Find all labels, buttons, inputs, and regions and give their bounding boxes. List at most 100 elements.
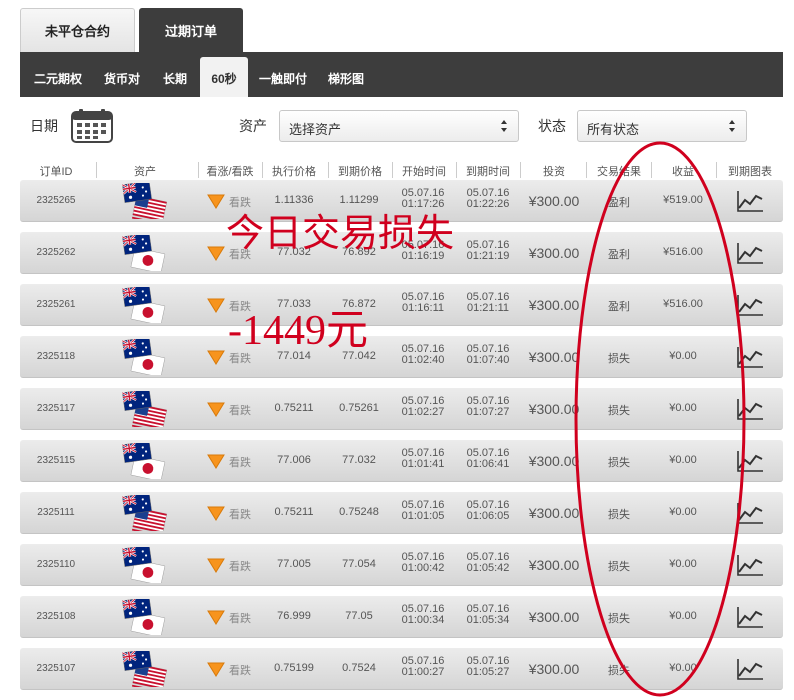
expiry-time: 05.07.16 01:05:34	[457, 604, 519, 626]
start-time-text: 01:00:27	[401, 666, 445, 678]
loss-annotation-title: 今日交易损失	[226, 213, 455, 255]
direction-text: 看跌	[229, 405, 251, 417]
direction-text: 看跌	[229, 457, 251, 469]
order-id: 2325262	[36, 247, 76, 258]
currency-pair-flags-icon	[121, 287, 166, 323]
expiry-time: 05.07.16 01:07:27	[457, 396, 519, 418]
direction-text: 看跌	[229, 561, 251, 573]
status-select-value: 所有状态	[587, 122, 640, 137]
exec-price: 0.75199	[274, 662, 314, 674]
exec-price: 77.005	[277, 558, 311, 570]
expiry-time: 05.07.16 01:07:40	[457, 344, 519, 366]
highlight-ellipse	[574, 141, 746, 697]
start-time-text: 01:02:27	[401, 406, 445, 418]
select-arrows-icon	[501, 120, 507, 132]
start-time-text: 01:01:41	[401, 458, 445, 470]
start-time-text: 01:01:05	[401, 510, 445, 522]
direction-text: 看跌	[229, 613, 251, 625]
asset-select[interactable]: 选择资产	[279, 110, 519, 142]
expiry-time: 05.07.16 01:21:11	[457, 292, 519, 314]
end-time-text: 01:07:40	[466, 354, 510, 366]
tab-ladder[interactable]: 梯形图	[320, 52, 372, 97]
put-down-arrow-icon	[207, 402, 225, 417]
end-time-text: 01:21:11	[466, 302, 509, 314]
start-time: 05.07.16 01:00:34	[392, 604, 454, 626]
start-time: 05.07.16 01:01:41	[392, 448, 454, 470]
put-down-arrow-icon	[207, 610, 225, 625]
expiry-time: 05.07.16 01:06:41	[457, 448, 519, 470]
start-time-text: 01:00:42	[401, 562, 445, 574]
end-time-text: 01:07:27	[466, 406, 510, 418]
col-direction[interactable]: 看涨/看跌	[200, 163, 260, 179]
start-time: 05.07.16 01:16:11	[392, 292, 454, 314]
col-expiry-price[interactable]: 到期价格	[329, 163, 391, 179]
end-time-text: 01:06:05	[466, 510, 510, 522]
start-time-text: 01:16:11	[401, 302, 444, 314]
end-time-text: 01:06:41	[466, 458, 510, 470]
expiry-price: 0.75261	[339, 402, 379, 414]
put-down-arrow-icon	[207, 558, 225, 573]
tab-one-touch[interactable]: 一触即付	[252, 52, 314, 97]
top-tabs: 未平仓合约 过期订单	[20, 8, 247, 52]
put-down-arrow-icon	[207, 194, 225, 209]
order-id: 2325261	[36, 299, 76, 310]
end-time-text: 01:21:19	[466, 250, 510, 262]
end-time-text: 01:22:26	[466, 198, 510, 210]
expiry-time: 05.07.16 01:05:42	[457, 552, 519, 574]
option-type-bar: 二元期权 货币对 长期 60秒 一触即付 梯形图	[20, 52, 783, 97]
order-id: 2325117	[36, 403, 76, 414]
calendar-icon[interactable]	[71, 109, 113, 143]
currency-pair-flags-icon	[121, 443, 166, 479]
exec-price: 76.999	[277, 610, 311, 622]
expiry-price: 0.75248	[339, 506, 379, 518]
currency-pair-flags-icon	[121, 391, 167, 427]
loss-annotation-amount: -1449元	[228, 308, 368, 354]
asset-select-value: 选择资产	[289, 122, 342, 137]
tab-60-seconds[interactable]: 60秒	[200, 57, 248, 97]
order-id: 2325108	[36, 611, 76, 622]
expiry-time: 05.07.16 01:22:26	[457, 188, 519, 210]
end-time-text: 01:05:27	[466, 666, 510, 678]
expiry-time: 05.07.16 01:05:27	[457, 656, 519, 678]
tab-binary-options[interactable]: 二元期权	[26, 52, 90, 97]
tab-expired-orders[interactable]: 过期订单	[139, 8, 243, 52]
expiry-time: 05.07.16 01:21:19	[457, 240, 519, 262]
tab-currency-pairs[interactable]: 货币对	[94, 52, 150, 97]
start-time: 05.07.16 01:02:27	[392, 396, 454, 418]
asset-filter-label: 资产	[239, 118, 267, 134]
exec-price: 77.006	[277, 454, 311, 466]
start-time: 05.07.16 01:01:05	[392, 500, 454, 522]
order-id: 2325115	[36, 455, 76, 466]
tab-long-term[interactable]: 长期	[154, 52, 196, 97]
col-order-id[interactable]: 订单ID	[20, 163, 92, 179]
end-time-text: 01:05:34	[466, 614, 510, 626]
col-exec-price[interactable]: 执行价格	[263, 163, 325, 179]
currency-pair-flags-icon	[121, 183, 167, 219]
status-filter-label: 状态	[538, 118, 566, 134]
put-down-arrow-icon	[207, 506, 225, 521]
order-id: 2325107	[36, 663, 76, 674]
select-arrows-icon	[729, 120, 735, 132]
put-down-arrow-icon	[207, 246, 225, 261]
currency-pair-flags-icon	[121, 651, 167, 687]
direction-text: 看跌	[229, 665, 251, 677]
col-expiry-time[interactable]: 到期时间	[457, 163, 519, 179]
col-asset[interactable]: 资产	[100, 163, 190, 179]
end-time-text: 01:05:42	[466, 562, 510, 574]
expiry-price: 77.032	[342, 454, 376, 466]
expiry-price: 0.7524	[342, 662, 376, 674]
exec-price: 0.75211	[274, 402, 314, 414]
currency-pair-flags-icon	[121, 547, 166, 583]
currency-pair-flags-icon	[121, 495, 167, 531]
order-id: 2325110	[36, 559, 76, 570]
date-label: 日期	[30, 118, 58, 134]
exec-price: 0.75211	[274, 506, 314, 518]
col-start-time[interactable]: 开始时间	[393, 163, 455, 179]
expiry-price: 77.05	[345, 610, 373, 622]
start-time: 05.07.16 01:00:42	[392, 552, 454, 574]
tab-open-contracts[interactable]: 未平仓合约	[20, 8, 135, 52]
start-time: 05.07.16 01:00:27	[392, 656, 454, 678]
order-id: 2325118	[36, 351, 76, 362]
put-down-arrow-icon	[207, 662, 225, 677]
expiry-time: 05.07.16 01:06:05	[457, 500, 519, 522]
